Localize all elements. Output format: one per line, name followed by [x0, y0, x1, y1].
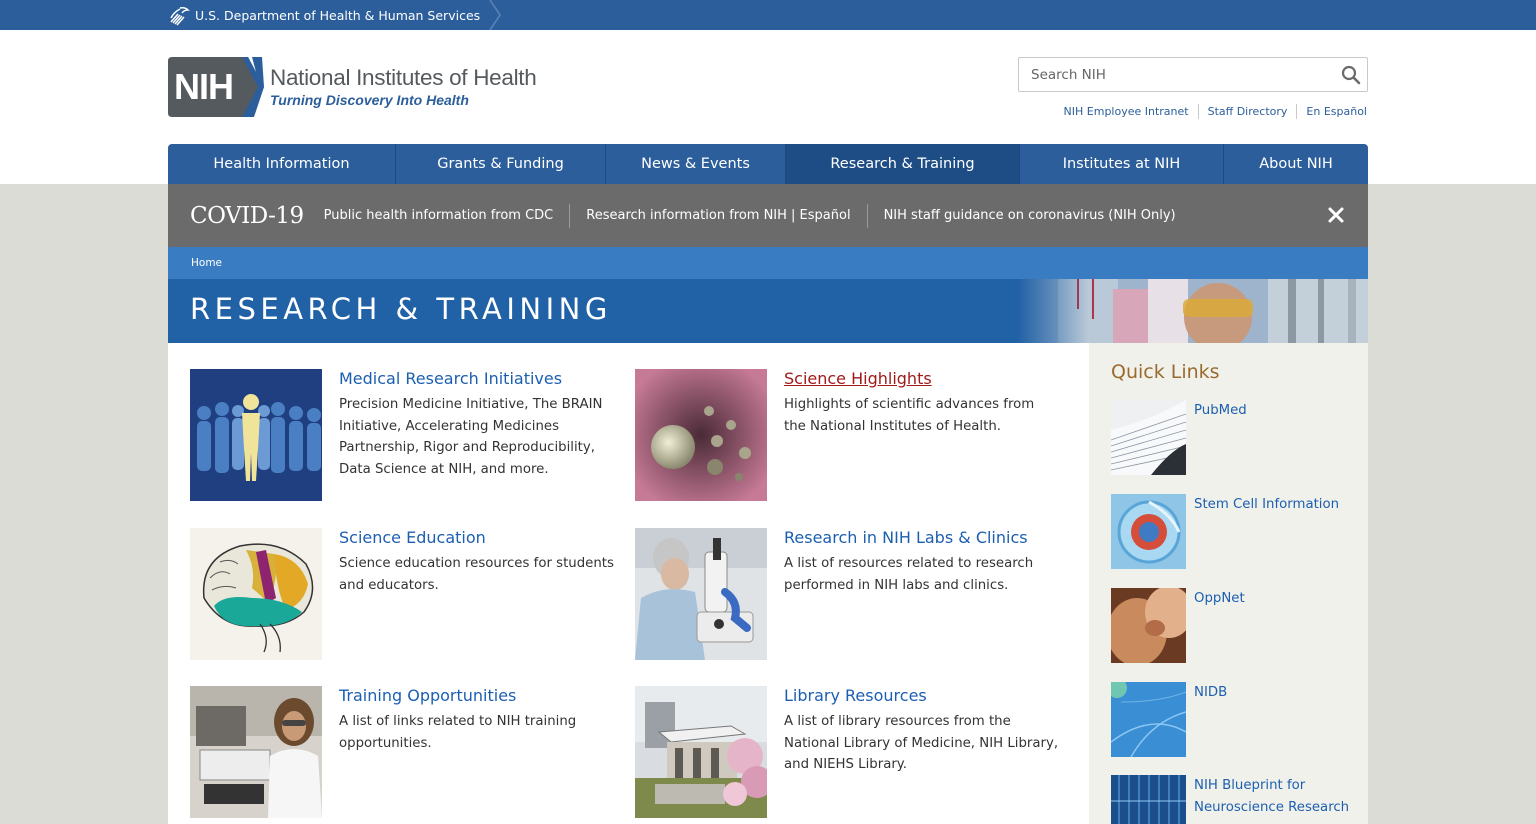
nav-institutes[interactable]: Institutes at NIH [1020, 144, 1224, 184]
card-image-brain[interactable] [190, 528, 322, 660]
card-title-training[interactable]: Training Opportunities [339, 686, 516, 705]
card-image-cells[interactable] [635, 369, 767, 501]
covid-link-cdc[interactable]: Public health information from CDC [324, 204, 570, 228]
quick-link-label-stem-cell[interactable]: Stem Cell Information [1194, 494, 1354, 516]
nih-logo[interactable]: NIH National Institutes of Health Turnin… [168, 57, 560, 117]
card-image-silhouettes[interactable] [190, 369, 322, 501]
card-title-medical-research[interactable]: Medical Research Initiatives [339, 369, 562, 388]
quick-links-title: Quick Links [1111, 361, 1220, 383]
breadcrumb-home[interactable]: Home [191, 257, 222, 269]
quick-link-oppnet[interactable]: OppNet [1111, 588, 1351, 663]
utility-links: NIH Employee Intranet Staff Directory En… [1055, 104, 1367, 119]
card-science-education: Science Education Science education reso… [190, 528, 630, 660]
employee-intranet-link[interactable]: NIH Employee Intranet [1055, 104, 1198, 119]
card-science-highlights: Science Highlights Highlights of scienti… [635, 369, 1075, 501]
card-title-science-highlights[interactable]: Science Highlights [784, 369, 932, 388]
card-image-library[interactable] [635, 686, 767, 818]
quick-links-sidebar: Quick Links PubMed Stem Cell Information… [1089, 343, 1368, 824]
main-nav: Health Information Grants & Funding News… [168, 144, 1368, 184]
quick-link-blueprint[interactable]: NIH Blueprint for Neuroscience Research [1111, 775, 1351, 824]
quick-link-pubmed[interactable]: PubMed [1111, 400, 1351, 475]
quick-link-label-blueprint[interactable]: NIH Blueprint for Neuroscience Research [1194, 775, 1351, 819]
card-library: Library Resources A list of library reso… [635, 686, 1075, 818]
card-image-microscope[interactable] [635, 528, 767, 660]
close-icon[interactable] [1326, 205, 1346, 225]
covid-title: COVID-19 [190, 202, 304, 229]
nav-health-information[interactable]: Health Information [168, 144, 396, 184]
content-area: Medical Research Initiatives Precision M… [168, 343, 1089, 824]
banner-lab-image [1018, 279, 1368, 343]
search-box [1018, 57, 1368, 92]
hhs-link[interactable]: U.S. Department of Health & Human Servic… [168, 0, 502, 30]
card-desc-medical-research: Precision Medicine Initiative, The BRAIN… [339, 397, 603, 477]
title-banner: RESEARCH & TRAINING [168, 279, 1368, 343]
covid-link-nih-research[interactable]: Research information from NIH | Español [569, 203, 866, 228]
nav-about-nih[interactable]: About NIH [1224, 144, 1368, 184]
chevron-right-icon [489, 0, 502, 30]
search-button[interactable] [1339, 63, 1363, 87]
card-desc-library: A list of library resources from the Nat… [784, 714, 1059, 772]
card-training: Training Opportunities A list of links r… [190, 686, 630, 818]
pubmed-image[interactable] [1111, 400, 1186, 475]
quick-link-label-nidb[interactable]: NIDB [1194, 682, 1354, 704]
card-labs-clinics: Research in NIH Labs & Clinics A list of… [635, 528, 1075, 660]
blueprint-image[interactable] [1111, 775, 1186, 824]
breadcrumb: Home [168, 247, 1368, 279]
nih-logo-mark: NIH [168, 57, 264, 117]
search-input[interactable] [1019, 58, 1329, 91]
search-icon [1341, 65, 1361, 85]
stem-cell-image[interactable] [1111, 494, 1186, 569]
hhs-eagle-icon [168, 4, 190, 26]
quick-link-stem-cell[interactable]: Stem Cell Information [1111, 494, 1351, 569]
quick-link-label-oppnet[interactable]: OppNet [1194, 588, 1354, 610]
card-desc-science-highlights: Highlights of scientific advances from t… [784, 397, 1035, 434]
quick-link-label-pubmed[interactable]: PubMed [1194, 400, 1354, 422]
quick-link-nidb[interactable]: NIDB [1111, 682, 1351, 757]
card-title-library[interactable]: Library Resources [784, 686, 927, 705]
card-image-researcher[interactable] [190, 686, 322, 818]
card-title-science-education[interactable]: Science Education [339, 528, 486, 547]
nidb-image[interactable] [1111, 682, 1186, 757]
espanol-link[interactable]: En Español [1296, 104, 1367, 119]
page-title: RESEARCH & TRAINING [190, 292, 612, 326]
hhs-label[interactable]: U.S. Department of Health & Human Servic… [195, 8, 480, 23]
logo-tagline: Turning Discovery Into Health [270, 92, 469, 108]
covid-link-staff-guidance[interactable]: NIH staff guidance on coronavirus (NIH O… [866, 203, 1192, 228]
oppnet-image[interactable] [1111, 588, 1186, 663]
nav-grants-funding[interactable]: Grants & Funding [396, 144, 606, 184]
card-title-labs-clinics[interactable]: Research in NIH Labs & Clinics [784, 528, 1028, 547]
nav-news-events[interactable]: News & Events [606, 144, 786, 184]
nih-logo-letters: NIH [174, 66, 234, 107]
logo-name: National Institutes of Health [270, 65, 537, 90]
card-desc-training: A list of links related to NIH training … [339, 714, 577, 751]
staff-directory-link[interactable]: Staff Directory [1197, 104, 1297, 119]
card-medical-research: Medical Research Initiatives Precision M… [190, 369, 630, 501]
card-desc-labs-clinics: A list of resources related to research … [784, 556, 1034, 593]
covid-banner: COVID-19 Public health information from … [168, 184, 1368, 247]
nav-research-training[interactable]: Research & Training [786, 144, 1020, 184]
card-desc-science-education: Science education resources for students… [339, 556, 614, 593]
hhs-bar: U.S. Department of Health & Human Servic… [0, 0, 1536, 30]
